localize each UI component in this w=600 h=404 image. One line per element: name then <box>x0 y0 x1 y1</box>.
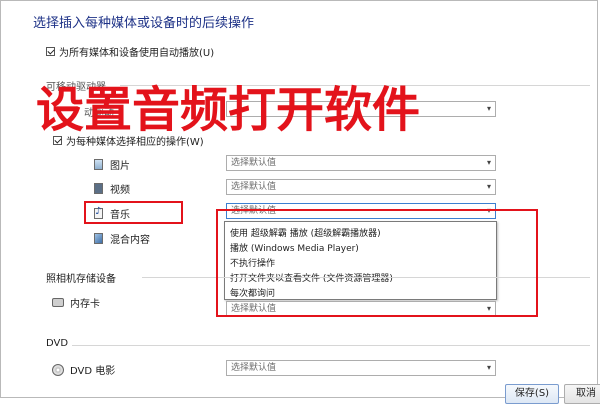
memory-card-icon <box>52 298 64 307</box>
chevron-down-icon: ▾ <box>486 182 491 191</box>
select-value: 选择默认值 <box>231 182 277 192</box>
select-value: 选择默认值 <box>231 363 277 373</box>
media-item-pictures: 图片 <box>94 157 130 172</box>
videos-action-select[interactable]: 选择默认值 ▾ <box>226 179 496 195</box>
autoplay-all-checkbox[interactable] <box>46 47 55 56</box>
device-label: 内存卡 <box>70 299 100 310</box>
dvd-movie-row: DVD 电影 <box>52 362 115 377</box>
picture-icon <box>94 159 103 170</box>
dvd-icon <box>52 363 64 376</box>
select-value: 选择默认值 <box>231 158 277 168</box>
cancel-button[interactable]: 取消 <box>564 384 600 404</box>
mixed-content-icon <box>94 233 103 244</box>
media-item-label: 图片 <box>110 161 130 172</box>
page-title: 选择插入每种媒体或设备时的后续操作 <box>33 16 255 31</box>
camera-storage-section-label: 照相机存储设备 <box>46 274 116 285</box>
chevron-down-icon: ▾ <box>486 104 491 113</box>
section-divider <box>72 345 590 346</box>
window-frame <box>0 0 598 398</box>
autoplay-all-checkbox-row[interactable]: 为所有媒体和设备使用自动播放(U) <box>46 44 214 59</box>
memory-card-row: 内存卡 <box>52 295 100 310</box>
music-highlight-box <box>84 201 183 224</box>
pictures-action-select[interactable]: 选择默认值 ▾ <box>226 155 496 171</box>
chevron-down-icon: ▾ <box>486 363 491 372</box>
dvd-movie-action-select[interactable]: 选择默认值 ▾ <box>226 360 496 376</box>
media-item-label: 混合内容 <box>110 235 150 246</box>
media-item-mixed-content: 混合内容 <box>94 231 150 246</box>
media-item-videos: 视频 <box>94 181 130 196</box>
media-item-label: 视频 <box>110 185 130 196</box>
dropdown-highlight-box <box>216 209 538 317</box>
device-label: DVD 电影 <box>70 366 116 377</box>
video-icon <box>94 183 103 194</box>
save-button[interactable]: 保存(S) <box>505 384 559 404</box>
dvd-section-label: DVD <box>46 338 69 349</box>
autoplay-all-label: 为所有媒体和设备使用自动播放(U) <box>59 48 215 59</box>
overlay-title: 设置音频打开软件 <box>36 82 421 138</box>
chevron-down-icon: ▾ <box>486 158 491 167</box>
